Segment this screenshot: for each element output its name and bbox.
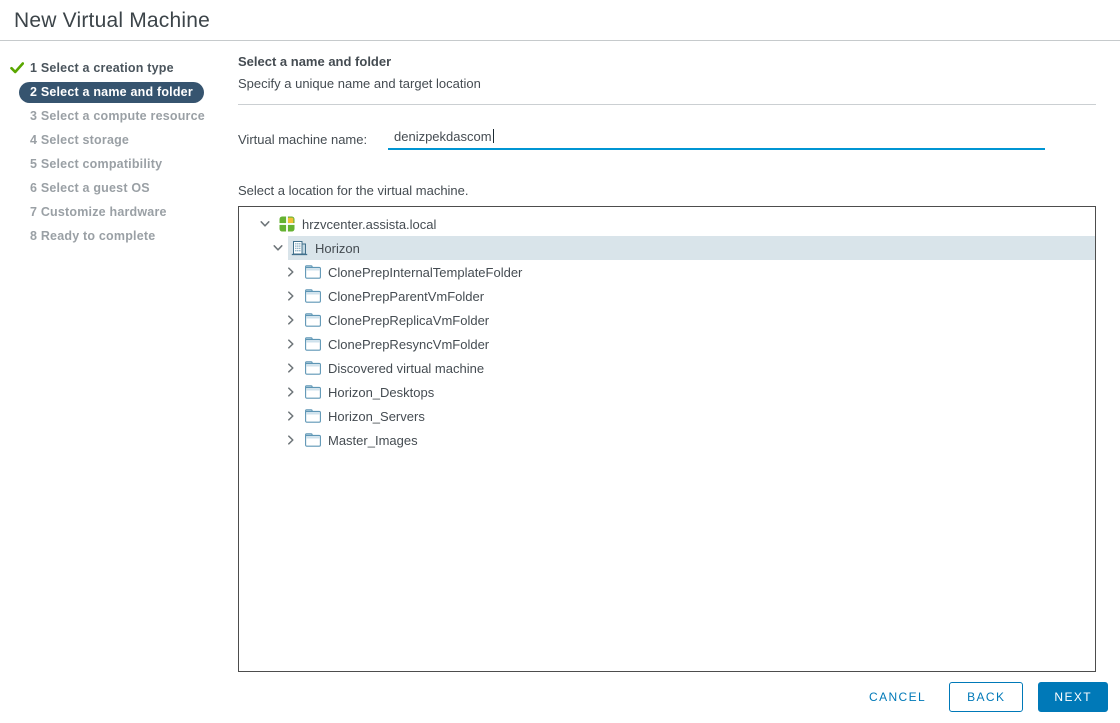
wizard-step-label: 8 Ready to complete — [30, 229, 156, 243]
folder-icon — [304, 313, 321, 327]
location-tree: hrzvcenter.assista.local Horizon ClonePrep… — [238, 206, 1096, 672]
vm-name-input[interactable]: denizpekdascom — [388, 128, 1045, 150]
cancel-button[interactable]: CANCEL — [861, 682, 934, 712]
wizard-step-label: 6 Select a guest OS — [30, 181, 150, 195]
chevron-right-icon[interactable] — [284, 313, 298, 327]
tree-expander[interactable] — [283, 384, 299, 400]
wizard-step-4[interactable]: 4 Select storage — [0, 128, 238, 152]
wizard-step-1[interactable]: 1 Select a creation type — [0, 56, 238, 80]
wizard-step-7[interactable]: 7 Customize hardware — [0, 200, 238, 224]
chevron-right-icon[interactable] — [284, 385, 298, 399]
wizard-footer: CANCEL BACK NEXT — [861, 682, 1108, 712]
tree-row-label: ClonePrepReplicaVmFolder — [328, 312, 490, 328]
chevron-right-icon[interactable] — [284, 337, 298, 351]
tree-row-label: ClonePrepInternalTemplateFolder — [328, 264, 523, 280]
folder-icon — [304, 337, 321, 351]
vm-name-value: denizpekdascom — [394, 129, 492, 144]
wizard-step-label: 4 Select storage — [30, 133, 130, 147]
folder-icon — [304, 433, 321, 447]
wizard-step-2[interactable]: 2 Select a name and folder — [0, 80, 238, 104]
wizard-step-label: 1 Select a creation type — [30, 61, 174, 75]
tree-expander[interactable] — [283, 336, 299, 352]
vcenter-icon — [279, 216, 294, 232]
tree-row-label: Master_Images — [328, 432, 418, 448]
tree-row-body[interactable]: ClonePrepParentVmFolder — [301, 284, 1095, 308]
tree-row-label: ClonePrepResyncVmFolder — [328, 336, 490, 352]
tree-row-body[interactable]: Horizon — [288, 236, 1095, 260]
chevron-right-icon[interactable] — [284, 409, 298, 423]
wizard-step-8[interactable]: 8 Ready to complete — [0, 224, 238, 248]
tree-row[interactable]: ClonePrepInternalTemplateFolder — [239, 260, 1095, 284]
wizard-step-3[interactable]: 3 Select a compute resource — [0, 104, 238, 128]
tree-row-body[interactable]: Horizon_Servers — [301, 404, 1095, 428]
wizard-step-label: 3 Select a compute resource — [30, 109, 205, 123]
chevron-right-icon[interactable] — [284, 433, 298, 447]
folder-icon — [304, 385, 321, 399]
wizard-step-label: 7 Customize hardware — [30, 205, 167, 219]
folder-icon — [304, 265, 321, 279]
tree-expander[interactable] — [283, 288, 299, 304]
back-button[interactable]: BACK — [949, 682, 1024, 712]
wizard-steps: 1 Select a creation type 2 Select a name … — [0, 41, 238, 248]
folder-icon — [304, 289, 321, 303]
chevron-right-icon[interactable] — [284, 265, 298, 279]
text-caret — [492, 129, 494, 143]
chevron-down-icon[interactable] — [258, 217, 272, 231]
tree-expander[interactable] — [270, 240, 286, 256]
dialog-header: New Virtual Machine — [0, 0, 1120, 33]
vm-name-label: Virtual machine name: — [238, 131, 368, 147]
tree-expander[interactable] — [283, 408, 299, 424]
tree-row-body[interactable]: Horizon_Desktops — [301, 380, 1095, 404]
check-icon — [10, 62, 24, 74]
tree-row-body[interactable]: Master_Images — [301, 428, 1095, 452]
tree-row-body[interactable]: Discovered virtual machine — [301, 356, 1095, 380]
tree-row-body[interactable]: ClonePrepResyncVmFolder — [301, 332, 1095, 356]
tree-expander[interactable] — [283, 432, 299, 448]
page-title: New Virtual Machine — [14, 9, 210, 32]
tree-row-body[interactable]: hrzvcenter.assista.local — [275, 212, 1095, 236]
chevron-right-icon[interactable] — [284, 361, 298, 375]
tree-row[interactable]: Discovered virtual machine — [239, 356, 1095, 380]
tree-row-label: hrzvcenter.assista.local — [302, 216, 437, 232]
next-button[interactable]: NEXT — [1038, 682, 1108, 712]
wizard-step-label: 2 Select a name and folder — [19, 81, 204, 103]
pane-subheading: Specify a unique name and target locatio… — [238, 76, 481, 91]
tree-expander[interactable] — [283, 360, 299, 376]
tree-row[interactable]: ClonePrepReplicaVmFolder — [239, 308, 1095, 332]
tree-row-label: ClonePrepParentVmFolder — [328, 288, 485, 304]
tree-row[interactable]: hrzvcenter.assista.local — [239, 212, 1095, 236]
chevron-down-icon[interactable] — [271, 241, 285, 255]
location-label: Select a location for the virtual machin… — [238, 183, 469, 198]
datacenter-icon — [291, 240, 308, 255]
tree-expander[interactable] — [283, 312, 299, 328]
tree-row[interactable]: Master_Images — [239, 428, 1095, 452]
tree-expander[interactable] — [283, 264, 299, 280]
tree-row-label: Discovered virtual machine — [328, 360, 485, 376]
pane-heading: Select a name and folder — [238, 54, 392, 69]
tree-row[interactable]: ClonePrepParentVmFolder — [239, 284, 1095, 308]
wizard-step-5[interactable]: 5 Select compatibility — [0, 152, 238, 176]
tree-row-label: Horizon_Desktops — [328, 384, 435, 400]
tree-row[interactable]: Horizon — [239, 236, 1095, 260]
chevron-right-icon[interactable] — [284, 289, 298, 303]
tree-row-label: Horizon — [315, 240, 360, 256]
tree-row-body[interactable]: ClonePrepInternalTemplateFolder — [301, 260, 1095, 284]
wizard-pane: Select a name and folder Specify a uniqu… — [238, 41, 1120, 672]
folder-icon — [304, 409, 321, 423]
tree-row[interactable]: ClonePrepResyncVmFolder — [239, 332, 1095, 356]
wizard-step-6[interactable]: 6 Select a guest OS — [0, 176, 238, 200]
folder-icon — [304, 361, 321, 375]
tree-row-label: Horizon_Servers — [328, 408, 425, 424]
wizard-step-label: 5 Select compatibility — [30, 157, 163, 171]
tree-row-body[interactable]: ClonePrepReplicaVmFolder — [301, 308, 1095, 332]
tree-row[interactable]: Horizon_Servers — [239, 404, 1095, 428]
tree-expander[interactable] — [257, 216, 273, 232]
pane-divider — [238, 104, 1096, 105]
tree-row[interactable]: Horizon_Desktops — [239, 380, 1095, 404]
